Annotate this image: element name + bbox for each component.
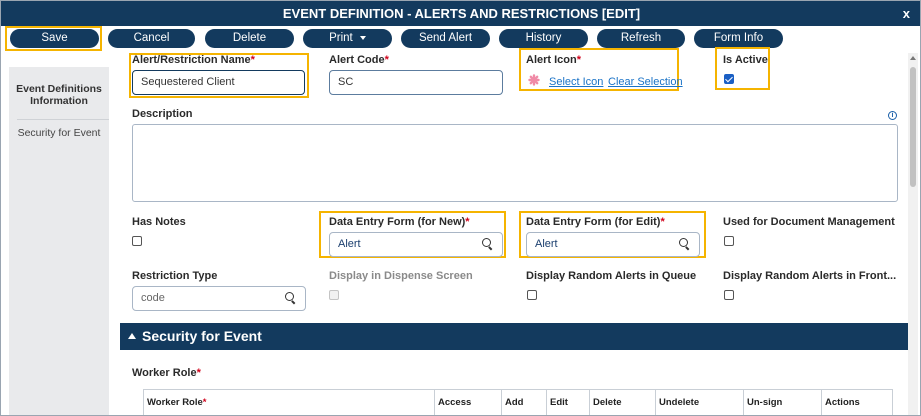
description-label: Description — [132, 108, 193, 120]
collapse-triangle-icon — [128, 333, 136, 339]
used-for-doc-label: Used for Document Management — [723, 216, 895, 228]
send-alert-button[interactable]: Send Alert — [401, 29, 490, 48]
cancel-button[interactable]: Cancel — [108, 29, 195, 48]
security-section-header[interactable]: Security for Event — [120, 323, 908, 350]
data-entry-new-value: Alert — [338, 238, 361, 250]
data-entry-edit-label: Data Entry Form (for Edit)* — [526, 216, 665, 228]
sidebar-item-event-definitions[interactable]: Event Definitions Information — [9, 83, 109, 107]
sidebar: Event Definitions Information Security f… — [9, 67, 109, 415]
save-highlight — [5, 26, 102, 51]
data-entry-new-input[interactable]: Alert — [329, 232, 503, 257]
data-entry-edit-input[interactable]: Alert — [526, 232, 700, 257]
print-button[interactable]: Print — [303, 29, 392, 48]
column-header-worker-role: Worker Role* — [147, 397, 207, 408]
column-header-add: Add — [501, 390, 546, 415]
form-info-button[interactable]: Form Info — [694, 29, 783, 48]
vertical-scrollbar[interactable] — [908, 53, 918, 415]
column-header-access: Access — [434, 390, 501, 415]
search-icon[interactable] — [285, 292, 297, 304]
column-header-edit: Edit — [546, 390, 589, 415]
window-title: EVENT DEFINITION - ALERTS AND RESTRICTIO… — [282, 6, 641, 21]
sidebar-item-security[interactable]: Security for Event — [9, 127, 109, 139]
title-bar: EVENT DEFINITION - ALERTS AND RESTRICTIO… — [1, 1, 920, 26]
security-section-title: Security for Event — [142, 328, 262, 344]
dialog-window: EVENT DEFINITION - ALERTS AND RESTRICTIO… — [0, 0, 921, 416]
worker-role-table-header: Worker Role* Access Add Edit Delete Unde… — [143, 389, 893, 415]
alert-name-label: Alert/Restriction Name* — [132, 54, 255, 66]
alert-code-input[interactable]: SC — [329, 70, 503, 95]
refresh-button[interactable]: Refresh — [597, 29, 685, 48]
asterisk-flower-icon — [528, 74, 540, 86]
select-icon-link[interactable]: Select Icon — [549, 76, 603, 88]
has-notes-checkbox[interactable] — [132, 236, 142, 246]
restriction-type-label: Restriction Type — [132, 270, 218, 282]
data-entry-new-label: Data Entry Form (for New)* — [329, 216, 470, 228]
column-header-unsign: Un-sign — [743, 390, 821, 415]
scroll-up-icon[interactable] — [910, 56, 916, 60]
display-random-queue-checkbox[interactable] — [527, 290, 537, 300]
is-active-checkbox[interactable] — [724, 74, 734, 84]
toolbar: Save Cancel Delete Print Send Alert Hist… — [1, 26, 920, 53]
display-random-front-checkbox[interactable] — [724, 290, 734, 300]
display-random-queue-label: Display Random Alerts in Queue — [526, 270, 697, 282]
sidebar-divider — [17, 119, 109, 120]
display-random-front-label: Display Random Alerts in Front... — [723, 270, 897, 282]
restriction-type-input[interactable]: code — [132, 286, 306, 311]
display-dispense-checkbox — [329, 290, 339, 300]
caret-down-icon — [359, 36, 366, 40]
alert-code-label: Alert Code* — [329, 54, 389, 66]
is-active-label: Is Active — [723, 54, 768, 66]
print-label: Print — [329, 32, 353, 44]
scrollbar-thumb[interactable] — [910, 67, 916, 187]
column-header-undelete: Undelete — [655, 390, 743, 415]
used-for-doc-checkbox[interactable] — [724, 236, 734, 246]
close-icon[interactable]: x — [903, 1, 910, 26]
search-icon[interactable] — [679, 238, 691, 250]
history-button[interactable]: History — [499, 29, 588, 48]
column-header-actions: Actions — [821, 390, 892, 415]
alert-name-input[interactable]: Sequestered Client — [132, 70, 305, 95]
info-icon[interactable]: i — [888, 111, 897, 120]
delete-button[interactable]: Delete — [205, 29, 294, 48]
description-textarea[interactable] — [132, 124, 898, 202]
column-header-delete: Delete — [589, 390, 655, 415]
data-entry-edit-value: Alert — [535, 238, 558, 250]
clear-selection-link[interactable]: Clear Selection — [608, 76, 683, 88]
restriction-type-placeholder: code — [141, 292, 165, 304]
worker-role-label: Worker Role* — [132, 367, 201, 379]
has-notes-label: Has Notes — [132, 216, 186, 228]
alert-icon-label: Alert Icon* — [526, 54, 582, 66]
display-dispense-label: Display in Dispense Screen — [329, 270, 473, 282]
search-icon[interactable] — [482, 238, 494, 250]
